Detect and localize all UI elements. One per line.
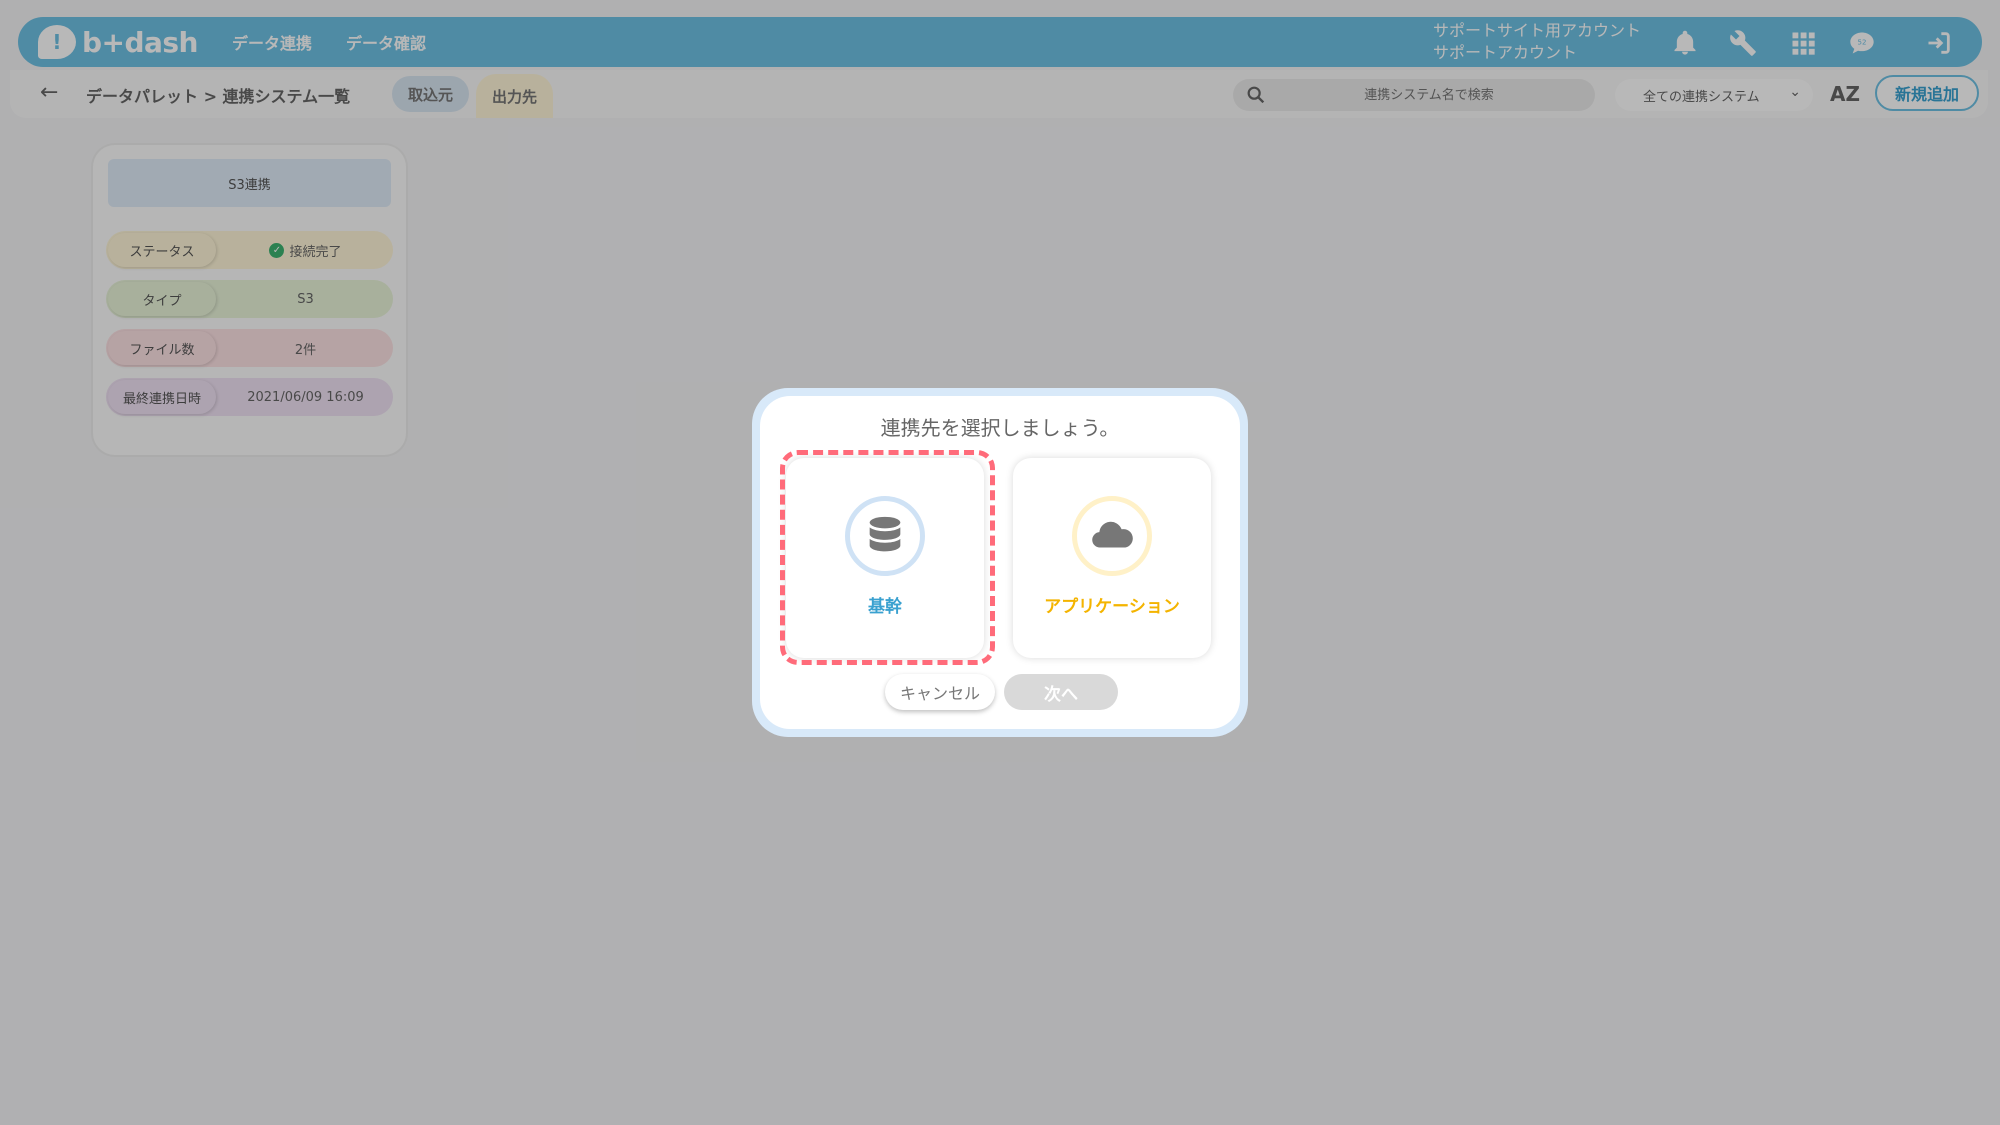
option-label-app: アプリケーション xyxy=(1044,597,1180,617)
cloud-icon xyxy=(1072,496,1152,576)
option-application[interactable]: アプリケーション xyxy=(1013,458,1211,658)
modal-title: 連携先を選択しましょう。 xyxy=(880,416,1120,440)
cancel-button[interactable]: キャンセル xyxy=(885,674,995,710)
selection-highlight xyxy=(780,450,995,665)
next-button[interactable]: 次へ xyxy=(1004,674,1118,710)
